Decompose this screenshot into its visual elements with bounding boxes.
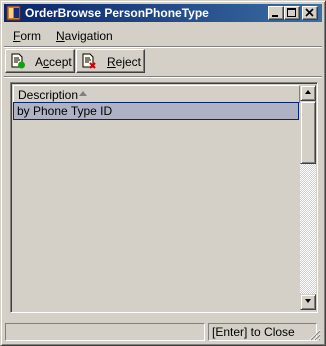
resize-grip-icon[interactable] — [309, 329, 321, 341]
menu-navigation[interactable]: Navigation — [56, 28, 113, 44]
accept-label: Accept — [35, 55, 72, 69]
close-icon — [305, 8, 314, 17]
app-window: OrderBrowse PersonPhoneType Form Navigat… — [0, 0, 326, 346]
sort-ascending-icon — [79, 91, 87, 96]
scroll-up-button[interactable] — [300, 85, 316, 101]
accept-button[interactable]: Accept — [5, 49, 75, 73]
row-cell: by Phone Type ID — [17, 104, 113, 118]
maximize-icon — [287, 8, 296, 17]
toolbar: Accept Reject — [4, 49, 322, 75]
status-hint: [Enter] to Close — [208, 323, 317, 341]
menu-separator — [4, 46, 322, 48]
menu-form[interactable]: Form — [13, 28, 41, 44]
title-bar[interactable]: OrderBrowse PersonPhoneType — [4, 4, 322, 22]
reject-button[interactable]: Reject — [76, 49, 145, 73]
status-bar: [Enter] to Close — [4, 322, 322, 342]
window-title: OrderBrowse PersonPhoneType — [25, 6, 209, 20]
menu-bar: Form Navigation — [4, 25, 322, 45]
list-row[interactable]: by Phone Type ID — [13, 102, 299, 120]
app-window-icon — [6, 5, 21, 21]
toolbar-separator — [4, 76, 322, 78]
reject-label: Reject — [107, 55, 142, 69]
status-left — [5, 323, 205, 341]
document-check-icon — [11, 53, 25, 69]
maximize-button[interactable] — [284, 6, 300, 20]
browse-list[interactable]: Description by Phone Type ID — [10, 82, 318, 313]
arrow-up-icon — [305, 90, 311, 94]
scroll-thumb[interactable] — [300, 101, 316, 164]
arrow-down-icon — [305, 299, 311, 303]
vertical-scrollbar[interactable] — [300, 85, 316, 310]
column-header-description[interactable]: Description — [13, 85, 300, 103]
minimize-button[interactable] — [268, 6, 284, 20]
document-cross-icon — [82, 53, 96, 69]
minimize-icon — [272, 15, 278, 17]
close-button[interactable] — [302, 6, 318, 20]
scroll-down-button[interactable] — [300, 294, 316, 310]
